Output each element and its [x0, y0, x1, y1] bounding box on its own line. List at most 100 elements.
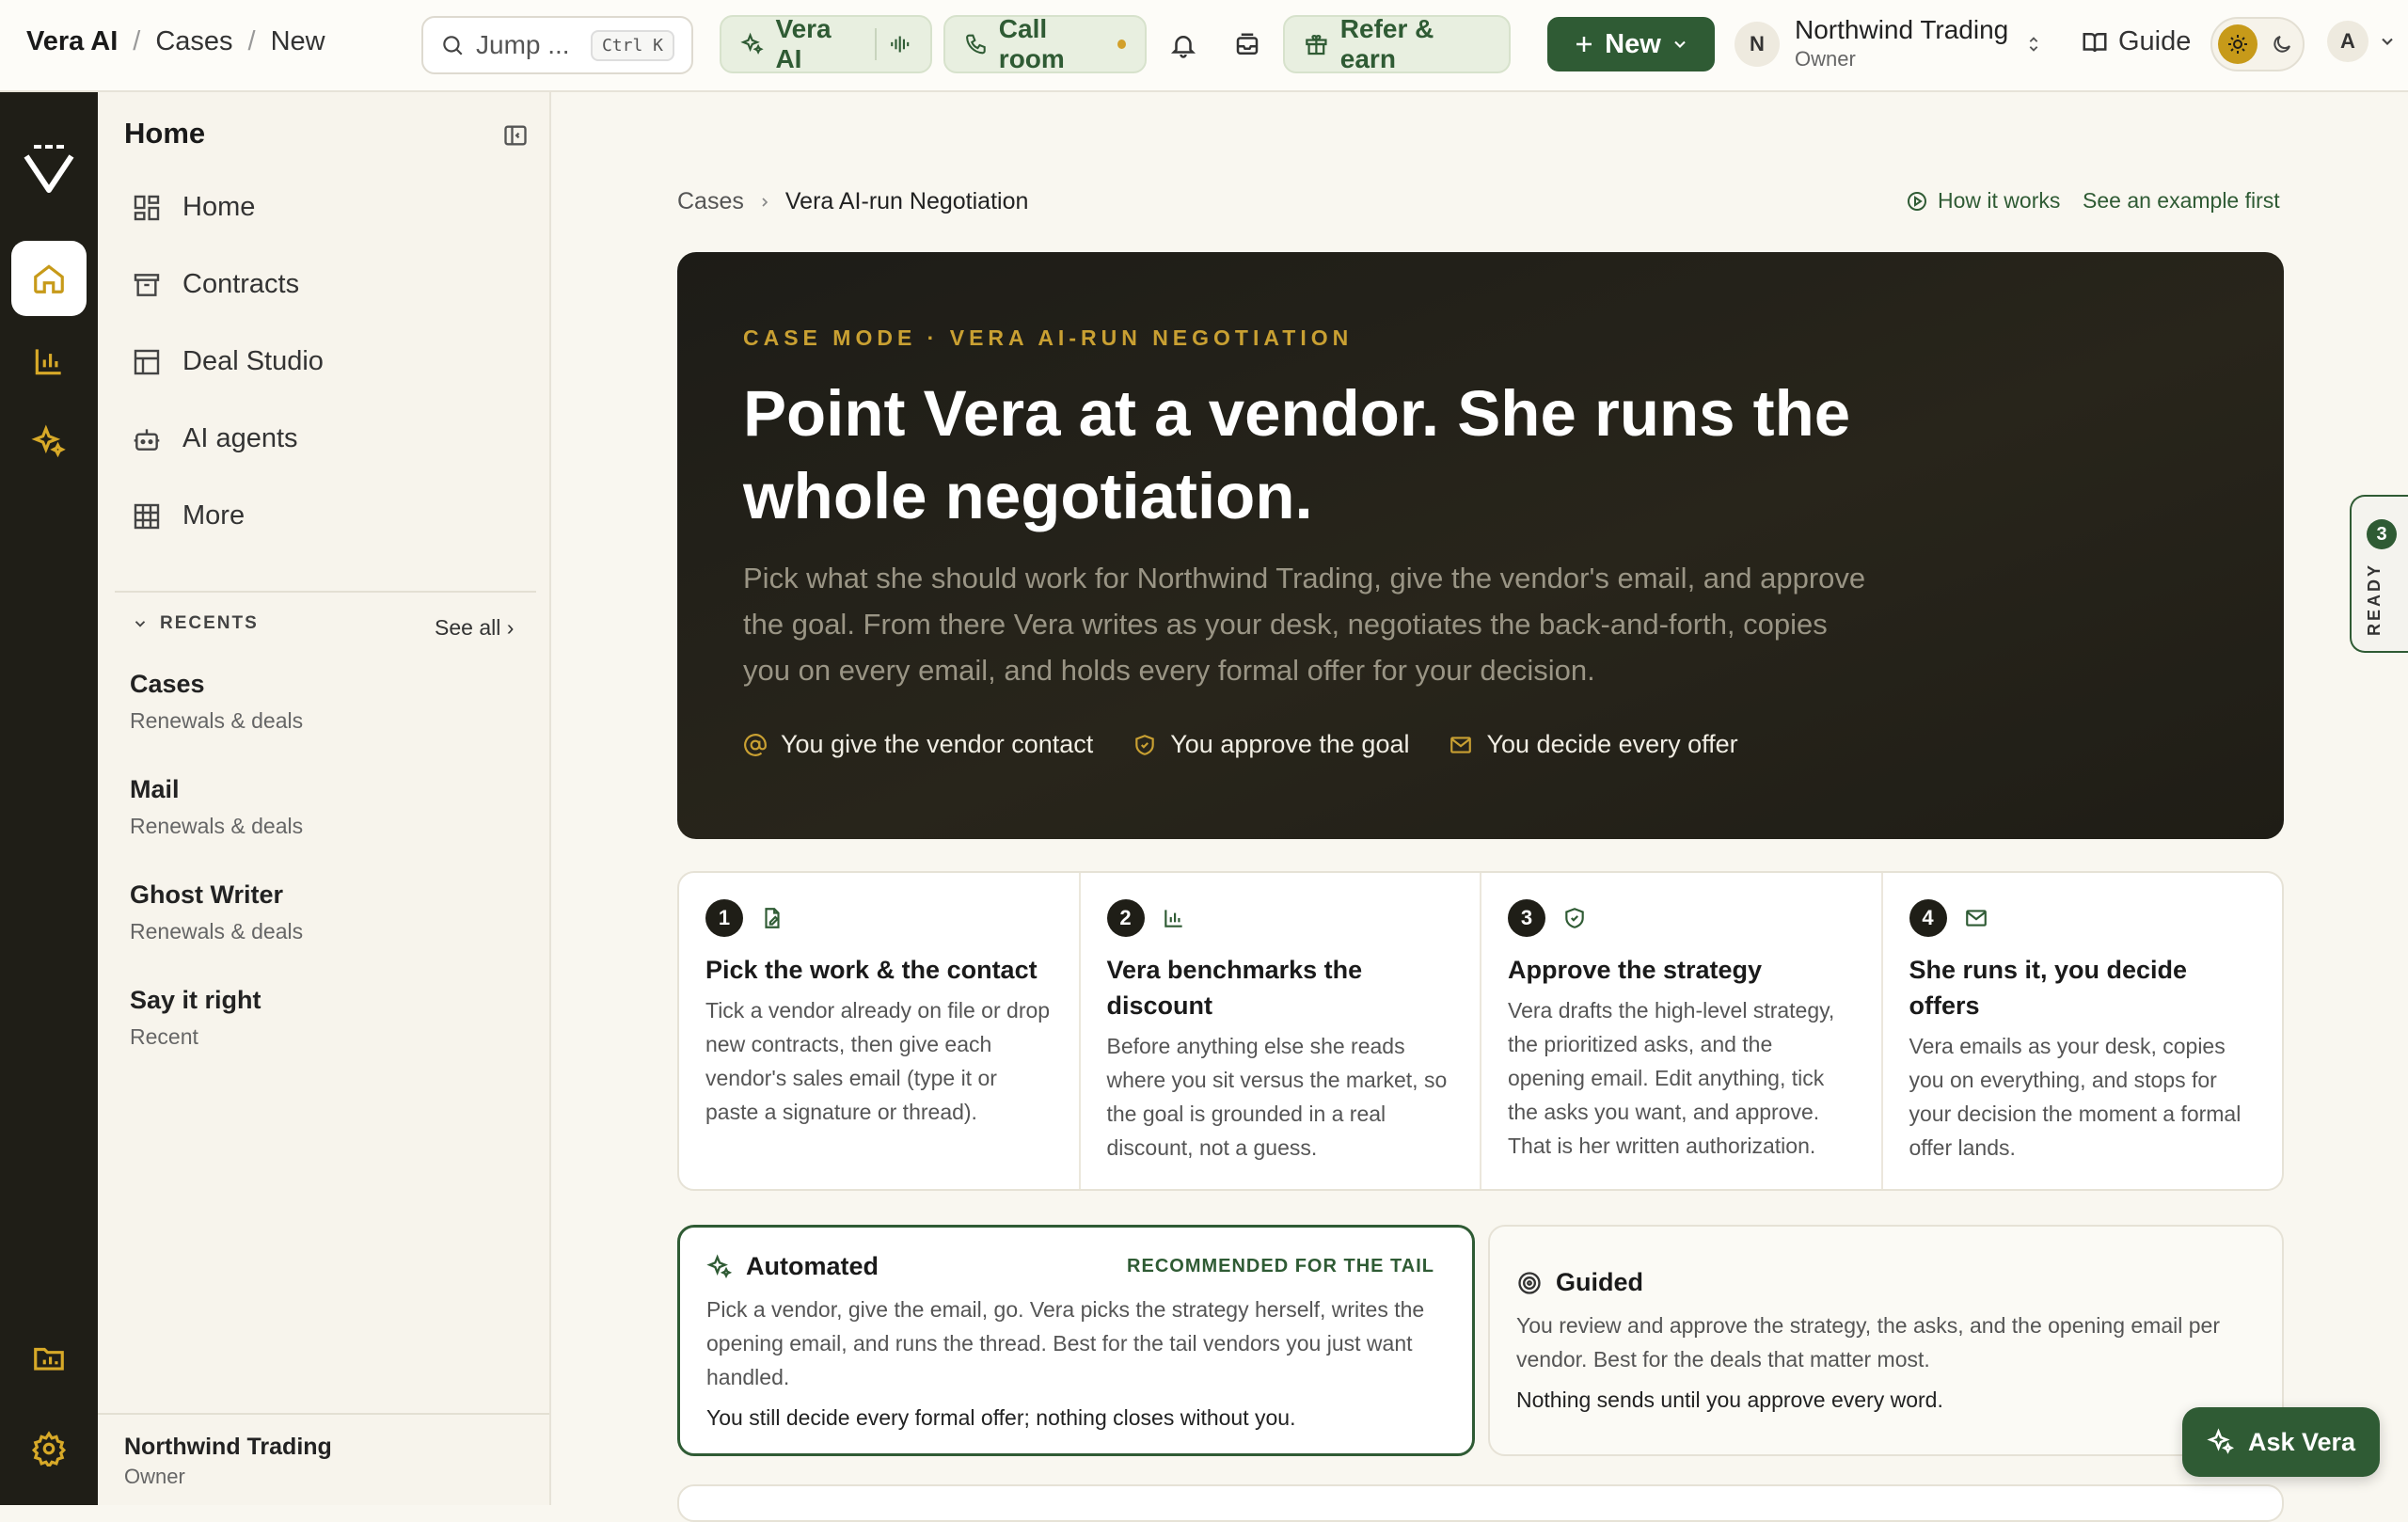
- breadcrumb-new: New: [270, 26, 325, 56]
- at-sign-icon: [744, 733, 767, 756]
- sun-icon[interactable]: [2218, 24, 2258, 64]
- see-example-link[interactable]: See an example first: [2083, 188, 2280, 214]
- vera-logo-icon[interactable]: [21, 141, 77, 198]
- breadcrumb-separator: /: [133, 26, 141, 56]
- sidebar-item-ai-agents[interactable]: AI agents: [132, 423, 298, 454]
- mode-card-guided[interactable]: Guided You review and approve the strate…: [1488, 1225, 2284, 1456]
- inbox-icon[interactable]: [1228, 26, 1266, 64]
- layout-panel-icon: [134, 349, 160, 374]
- sidebar: Home Home Contracts Deal Studio AI agent…: [98, 92, 551, 1505]
- book-icon: [2083, 32, 2107, 52]
- refer-label: Refer & earn: [1339, 14, 1434, 73]
- chip-decide-offer: You decide every offer: [1449, 730, 1738, 759]
- brand-link[interactable]: Vera AI: [26, 26, 118, 57]
- recent-item-mail[interactable]: Mail Renewals & deals: [130, 775, 303, 839]
- step-title: Approve the strategy: [1508, 956, 1763, 984]
- sidebar-item-more[interactable]: More: [132, 500, 245, 531]
- breadcrumb-current: Vera AI-run Negotiation: [784, 188, 1029, 214]
- chip-label: You give the vendor contact: [781, 730, 1094, 758]
- theme-toggle[interactable]: [2210, 17, 2305, 71]
- pill-divider: [874, 28, 877, 60]
- notifications-bell-icon[interactable]: [1164, 26, 1202, 64]
- shield-check-icon: [1565, 908, 1584, 928]
- account-avatar: A: [2327, 21, 2368, 62]
- footer-org-role: Owner: [124, 1465, 185, 1488]
- breadcrumb-cases[interactable]: Cases: [155, 26, 232, 57]
- chip-vendor-contact: You give the vendor contact: [743, 730, 1093, 759]
- recent-title: Say it right: [130, 986, 261, 1014]
- plus-icon: [1576, 37, 1592, 52]
- mode-note: You still decide every formal offer; not…: [706, 1405, 1296, 1430]
- next-section-card: [677, 1484, 2284, 1522]
- step-title: Pick the work & the contact: [705, 956, 1038, 984]
- rail-ai-sparkle-icon[interactable]: [11, 404, 87, 480]
- org-avatar: N: [1735, 22, 1780, 67]
- call-room-button[interactable]: Call room: [943, 14, 1147, 73]
- sidebar-item-label: AI agents: [182, 423, 298, 453]
- new-button[interactable]: New: [1547, 17, 1715, 71]
- collapse-sidebar-icon[interactable]: [502, 122, 529, 153]
- breadcrumb-separator: /: [247, 26, 256, 56]
- jump-search[interactable]: Jump ... Ctrl K: [421, 16, 693, 74]
- recents-heading: RECENTS: [160, 613, 259, 633]
- recent-item-cases[interactable]: Cases Renewals & deals: [130, 670, 303, 734]
- sidebar-footer-org[interactable]: Northwind Trading Owner: [98, 1413, 549, 1505]
- guide-label: Guide: [2118, 26, 2192, 56]
- rail-folder-chart-icon[interactable]: [11, 1321, 87, 1396]
- recent-subtitle: Renewals & deals: [130, 919, 304, 943]
- recent-item-say-it-right[interactable]: Say it right Recent: [130, 986, 261, 1050]
- mode-card-automated[interactable]: Automated RECOMMENDED FOR THE TAIL Pick …: [677, 1225, 1475, 1456]
- voice-waveform-icon[interactable]: [888, 31, 911, 57]
- recent-item-ghost-writer[interactable]: Ghost Writer Renewals & deals: [130, 880, 303, 944]
- archive-box-icon: [134, 273, 160, 296]
- ready-label: READY: [2365, 563, 2384, 637]
- guide-link[interactable]: Guide: [2081, 26, 2191, 57]
- refer-earn-button[interactable]: Refer & earn: [1283, 14, 1511, 73]
- search-placeholder: Jump ...: [476, 30, 570, 59]
- org-switcher[interactable]: N Northwind Trading Owner: [1735, 17, 2044, 71]
- recent-subtitle: Renewals & deals: [130, 708, 304, 733]
- sidebar-item-contracts[interactable]: Contracts: [132, 269, 299, 300]
- chevron-down-icon: [1674, 40, 1686, 48]
- how-it-works-link[interactable]: How it works: [1906, 188, 2060, 214]
- how-it-works-label: How it works: [1938, 188, 2061, 213]
- mode-note: Nothing sends until you approve every wo…: [1516, 1387, 1943, 1412]
- breadcrumb-cases[interactable]: Cases: [677, 188, 744, 215]
- icon-rail: [0, 92, 98, 1505]
- sidebar-item-deal-studio[interactable]: Deal Studio: [132, 346, 324, 377]
- vera-ai-label: Vera AI: [775, 14, 832, 73]
- ask-vera-label: Ask Vera: [2247, 1427, 2356, 1456]
- recents-toggle[interactable]: RECENTS: [132, 613, 259, 634]
- ask-vera-button[interactable]: Ask Vera: [2182, 1407, 2380, 1477]
- mode-title: Guided: [1556, 1268, 1643, 1296]
- shield-check-icon: [1135, 734, 1154, 755]
- bar-chart-icon: [1164, 910, 1182, 927]
- step-description: Tick a vendor already on file or drop ne…: [705, 998, 1051, 1124]
- hero-eyebrow: CASE MODE · VERA AI-RUN NEGOTIATION: [743, 325, 1354, 350]
- mail-icon: [1450, 736, 1472, 753]
- vera-ai-button[interactable]: Vera AI: [720, 14, 932, 73]
- target-icon: [1518, 1271, 1541, 1294]
- top-breadcrumb: Vera AI / Cases / New: [26, 26, 325, 57]
- ready-count-badge: 3: [2367, 519, 2397, 549]
- step-title: Vera benchmarks the discount: [1106, 956, 1363, 1020]
- sidebar-divider: [115, 591, 536, 593]
- moon-icon[interactable]: [2271, 33, 2293, 55]
- ready-side-tab[interactable]: 3 READY: [2350, 495, 2408, 653]
- sidebar-item-home[interactable]: Home: [132, 192, 255, 223]
- account-menu[interactable]: A: [2327, 21, 2397, 62]
- sidebar-item-label: Home: [182, 192, 256, 222]
- rail-settings-gear-icon[interactable]: [11, 1411, 87, 1486]
- step-card: 2 Vera benchmarks the discount Before an…: [1081, 873, 1481, 1189]
- robot-icon: [134, 428, 160, 451]
- sidebar-item-label: Deal Studio: [182, 346, 324, 376]
- mode-title: Automated: [746, 1252, 879, 1280]
- sparkle-icon: [2207, 1428, 2234, 1454]
- rail-analytics-icon[interactable]: [11, 324, 87, 399]
- play-circle-icon: [1908, 191, 1926, 211]
- step-description: Vera drafts the high-level strategy, the…: [1508, 998, 1835, 1158]
- chevron-updown-icon: [2029, 37, 2038, 52]
- rail-home-icon[interactable]: [11, 241, 87, 316]
- see-all-link[interactable]: See all ›: [435, 615, 514, 641]
- search-shortcut: Ctrl K: [590, 29, 674, 61]
